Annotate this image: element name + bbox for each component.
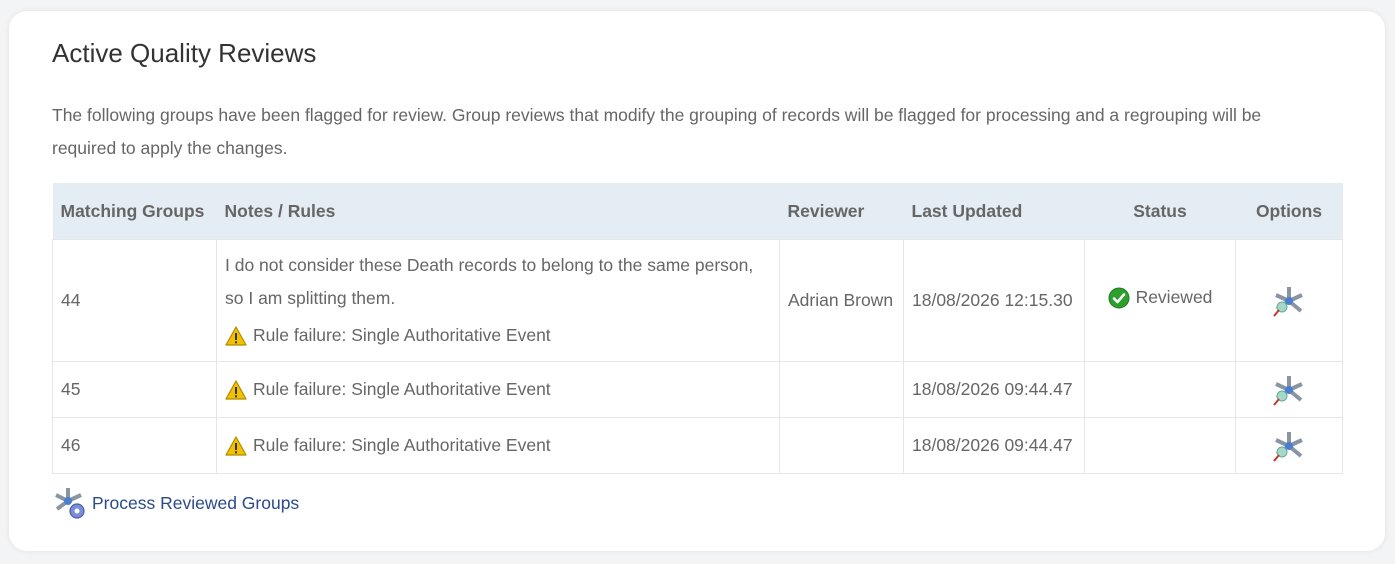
- last-updated: 18/08/2026 09:44.47: [903, 417, 1085, 474]
- table-header-row: Matching Groups Notes / Rules Reviewer L…: [52, 183, 1343, 240]
- header-reviewer: Reviewer: [779, 183, 904, 240]
- header-options: Options: [1235, 183, 1343, 240]
- table-row: 44 I do not consider these Death records…: [52, 239, 1343, 362]
- warning-icon: [225, 435, 247, 456]
- process-reviewed-groups-link[interactable]: Process Reviewed Groups: [52, 485, 299, 521]
- header-status: Status: [1084, 183, 1236, 240]
- rule-failure: Rule failure: Single Authoritative Event: [225, 429, 771, 462]
- notes-cell: Rule failure: Single Authoritative Event: [216, 361, 780, 418]
- status-cell: [1084, 417, 1236, 474]
- last-updated: 18/08/2026 12:15.30: [903, 239, 1085, 362]
- molecule-tool-icon[interactable]: [1271, 372, 1307, 408]
- intro-text: The following groups have been flagged f…: [52, 105, 1262, 158]
- status-cell: Reviewed: [1084, 239, 1236, 362]
- header-last-updated: Last Updated: [903, 183, 1085, 240]
- review-note: I do not consider these Death records to…: [225, 255, 754, 308]
- rule-failure-text: Rule failure: Single Authoritative Event: [253, 379, 551, 399]
- reviews-table: Matching Groups Notes / Rules Reviewer L…: [52, 183, 1343, 474]
- molecule-gear-icon: [55, 488, 85, 519]
- reviewer-name: [779, 417, 904, 474]
- warning-icon: [225, 325, 247, 346]
- molecule-tool-icon[interactable]: [1271, 283, 1307, 319]
- checkmark-icon: [1108, 287, 1130, 309]
- rule-failure-text: Rule failure: Single Authoritative Event: [253, 435, 551, 455]
- options-cell: [1235, 417, 1343, 474]
- rule-failure-text: Rule failure: Single Authoritative Event: [253, 325, 551, 345]
- group-number: 46: [52, 417, 217, 474]
- status-badge: Reviewed: [1108, 281, 1213, 314]
- notes-cell: Rule failure: Single Authoritative Event: [216, 417, 780, 474]
- notes-cell: I do not consider these Death records to…: [216, 239, 780, 362]
- rule-failure: Rule failure: Single Authoritative Event: [225, 373, 771, 406]
- header-matching-groups: Matching Groups: [52, 183, 217, 240]
- last-updated: 18/08/2026 09:44.47: [903, 361, 1085, 418]
- table-row: 46 Rule failure: Single Authoritative Ev…: [52, 417, 1343, 474]
- status-text: Reviewed: [1135, 287, 1213, 308]
- page-title: Active Quality Reviews: [52, 38, 317, 68]
- options-cell: [1235, 239, 1343, 362]
- warning-icon: [225, 379, 247, 400]
- status-cell: [1084, 361, 1236, 418]
- table-row: 45 Rule failure: Single Authoritative Ev…: [52, 361, 1343, 418]
- options-cell: [1235, 361, 1343, 418]
- reviewer-name: Adrian Brown: [779, 239, 904, 362]
- reviewer-name: [779, 361, 904, 418]
- group-number: 45: [52, 361, 217, 418]
- molecule-tool-icon[interactable]: [1271, 428, 1307, 464]
- group-number: 44: [52, 239, 217, 362]
- header-notes-rules: Notes / Rules: [216, 183, 780, 240]
- quality-reviews-card: Active Quality Reviews The following gro…: [9, 11, 1385, 551]
- process-link-label: Process Reviewed Groups: [92, 492, 300, 513]
- rule-failure: Rule failure: Single Authoritative Event: [225, 319, 771, 352]
